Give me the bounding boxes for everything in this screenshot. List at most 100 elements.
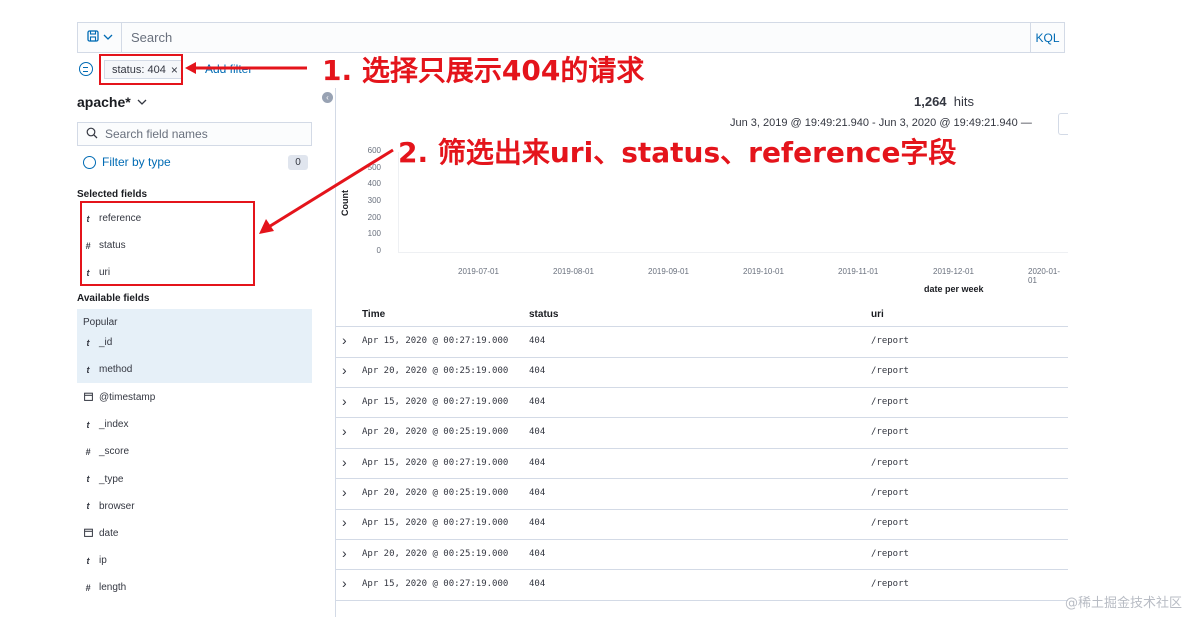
cell-uri: /report <box>871 548 909 559</box>
calendar-icon <box>77 528 99 539</box>
string-type-icon: t <box>86 555 90 566</box>
column-header-uri[interactable]: uri <box>871 309 884 320</box>
x-axis-line <box>398 252 1068 253</box>
column-header-status[interactable]: status <box>529 309 558 320</box>
hits-number: 1,264 <box>914 94 947 109</box>
field-search-input[interactable]: Search field names <box>77 122 312 146</box>
expand-row-icon[interactable]: › <box>342 362 347 378</box>
cell-status: 404 <box>529 518 546 529</box>
string-type-icon: t <box>86 474 90 485</box>
cell-status: 404 <box>529 396 546 407</box>
filter-by-type-button[interactable]: Filter by type <box>83 155 171 169</box>
cell-time: Apr 20, 2020 @ 00:25:19.000 <box>362 488 509 498</box>
x-tick-label: 2019-07-01 <box>458 267 499 276</box>
field-name: @timestamp <box>99 392 156 403</box>
number-type-icon: # <box>85 446 91 457</box>
expand-row-icon[interactable]: › <box>342 514 347 530</box>
cell-time: Apr 20, 2020 @ 00:25:19.000 <box>362 366 509 377</box>
field-item[interactable]: # length <box>77 574 312 601</box>
x-tick-label: 2020-01-01 <box>1028 267 1061 285</box>
index-pattern-label: apache* <box>77 94 131 110</box>
expand-row-icon[interactable]: › <box>342 393 347 409</box>
watermark: @稀土掘金技术社区 <box>1064 596 1182 611</box>
table-row[interactable]: › Apr 15, 2020 @ 00:27:19.000 404/report <box>336 509 1068 540</box>
expand-row-icon[interactable]: › <box>342 423 347 439</box>
x-tick-label: 2019-08-01 <box>553 267 594 276</box>
cell-status: 404 <box>529 488 546 498</box>
available-fields-title: Available fields <box>77 293 150 304</box>
table-row[interactable]: › Apr 15, 2020 @ 00:27:19.000 404/report <box>336 570 1068 601</box>
index-pattern-selector[interactable]: apache* <box>77 94 147 110</box>
field-item[interactable]: t method <box>77 356 312 383</box>
chevron-down-icon <box>137 94 147 110</box>
cell-uri: /report <box>871 457 909 468</box>
field-item[interactable]: @timestamp <box>77 384 312 411</box>
annotation-box-filter <box>99 54 183 85</box>
selected-fields-title: Selected fields <box>77 189 148 200</box>
table-row[interactable]: › Apr 20, 2020 @ 00:25:19.000 404/report <box>336 357 1068 388</box>
expand-row-icon[interactable]: › <box>342 454 347 470</box>
filter-icon <box>83 155 96 169</box>
annotation-arrow-fields <box>259 148 394 234</box>
field-item[interactable]: t _id <box>77 329 312 356</box>
cell-time: Apr 15, 2020 @ 00:27:19.000 <box>362 336 509 346</box>
expand-row-icon[interactable]: › <box>342 332 347 348</box>
column-header-time[interactable]: Time <box>362 309 385 320</box>
popular-label: Popular <box>83 317 118 328</box>
search-icon <box>86 127 98 142</box>
cell-status: 404 <box>529 548 546 559</box>
field-item[interactable]: t _index <box>77 411 312 438</box>
filter-by-type-label: Filter by type <box>102 155 171 169</box>
cell-uri: /report <box>871 336 909 346</box>
cell-uri: /report <box>871 488 909 498</box>
annotation-step2: 2. 筛选出来uri、status、reference字段 <box>398 136 957 169</box>
cell-uri: /report <box>871 366 909 377</box>
field-item[interactable]: t ip <box>77 547 312 574</box>
hits-count: 1,264 hits <box>914 94 974 109</box>
field-name: date <box>99 528 119 539</box>
cell-time: Apr 20, 2020 @ 00:25:19.000 <box>362 427 509 438</box>
field-item[interactable]: t _type <box>77 466 312 493</box>
field-name: length <box>99 582 127 594</box>
search-input[interactable]: Search <box>131 30 172 45</box>
field-item[interactable]: t browser <box>77 493 312 520</box>
x-tick-label: 2019-12-01 <box>933 267 974 276</box>
cell-time: Apr 15, 2020 @ 00:27:19.000 <box>362 579 509 590</box>
collapse-sidebar-button[interactable]: ‹ <box>322 92 333 103</box>
cell-time: Apr 15, 2020 @ 00:27:19.000 <box>362 518 509 529</box>
field-name: _index <box>99 419 129 431</box>
save-icon <box>86 30 99 45</box>
string-type-icon: t <box>86 419 90 430</box>
x-axis-label: date per week <box>924 284 984 294</box>
saved-query-button[interactable] <box>78 23 122 52</box>
field-name: _score <box>99 446 130 458</box>
cell-uri: /report <box>871 518 909 529</box>
table-row[interactable]: › Apr 20, 2020 @ 00:25:19.000 404/report <box>336 540 1068 571</box>
number-type-icon: # <box>85 582 91 593</box>
table-row[interactable]: › Apr 20, 2020 @ 00:25:19.000 404/report <box>336 479 1068 510</box>
cell-status: 404 <box>529 457 546 468</box>
expand-row-icon[interactable]: › <box>342 484 347 500</box>
cell-uri: /report <box>871 579 909 590</box>
table-row[interactable]: › Apr 15, 2020 @ 00:27:19.000 404/report <box>336 388 1068 419</box>
cell-time: Apr 15, 2020 @ 00:27:19.000 <box>362 396 509 407</box>
annotation-arrow-filter <box>185 62 307 74</box>
table-row[interactable]: › Apr 20, 2020 @ 00:25:19.000 404/report <box>336 418 1068 449</box>
table-row[interactable]: › Apr 15, 2020 @ 00:27:19.000 404/report <box>336 449 1068 480</box>
query-language-button[interactable]: KQL <box>1030 23 1064 52</box>
filter-icon[interactable] <box>79 62 93 76</box>
field-name: _id <box>99 337 113 348</box>
expand-row-icon[interactable]: › <box>342 575 347 591</box>
field-item[interactable]: date <box>77 520 312 547</box>
cell-status: 404 <box>529 579 546 590</box>
field-name: method <box>99 364 133 376</box>
string-type-icon: t <box>86 337 90 348</box>
cell-time: Apr 20, 2020 @ 00:25:19.000 <box>362 548 509 559</box>
cell-uri: /report <box>871 396 909 407</box>
table-row[interactable]: › Apr 15, 2020 @ 00:27:19.000 404/report <box>336 327 1068 358</box>
expand-row-icon[interactable]: › <box>342 545 347 561</box>
x-tick-label: 2019-09-01 <box>648 267 689 276</box>
field-item[interactable]: # _score <box>77 438 312 465</box>
interval-select[interactable] <box>1058 113 1068 135</box>
field-name: ip <box>99 555 107 567</box>
